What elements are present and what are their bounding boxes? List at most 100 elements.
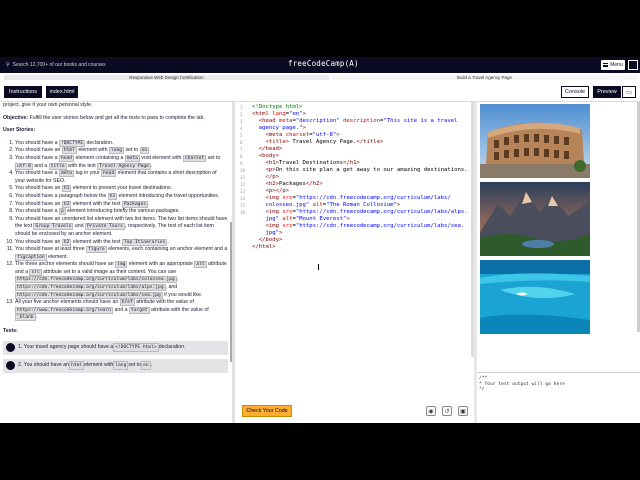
tests-list: 1. Your travel agency page should have a… — [3, 340, 228, 373]
text-fragment: . — [147, 200, 150, 207]
text-fragment: elements, each containing an anchor elem… — [106, 246, 228, 253]
code-line: jpg"> — [252, 230, 283, 236]
code-line: jpg" alt="Mount Everest"> — [252, 216, 350, 222]
test-item: 2. You should have an html element with … — [3, 358, 228, 373]
text-fragment: 2. You should have an — [18, 361, 70, 368]
code-line: <p>On this site plan a get away to our a… — [265, 167, 468, 173]
breadcrumb-certification[interactable]: Responsive Web Design Certification — [4, 75, 329, 80]
code-line: </p> — [265, 174, 279, 180]
text-fragment: You should have a — [15, 154, 59, 161]
console-output: /** * Your test output will go here */ — [477, 372, 640, 423]
inline-code: figcaption — [15, 253, 47, 261]
user-story-item: You should have a p element introducing … — [15, 208, 228, 216]
inline-code: utf-8 — [15, 162, 33, 170]
user-story-item: You should have a paragraph below the h1… — [15, 192, 228, 201]
text-fragment: You should have an — [15, 200, 62, 207]
user-story-item: You should have at least three figure el… — [15, 246, 228, 261]
code-line: <img src="https://cdn.freecodecamp.org/c… — [265, 195, 451, 201]
inline-code: Top Itineraries — [121, 238, 168, 246]
inline-code: html — [69, 360, 85, 371]
inline-code: https://cdn.freecodecamp.org/curriculum/… — [15, 291, 163, 299]
alps-image — [480, 182, 590, 256]
inline-code: head — [58, 154, 75, 162]
code-line: <p></p> — [265, 188, 290, 194]
text-fragment: declaration. — [158, 343, 186, 350]
text-fragment: void element with — [139, 154, 183, 161]
tab-instructions[interactable]: Instructions — [4, 86, 42, 98]
line-number: 4 — [240, 126, 243, 131]
freecodecamp-logo[interactable]: freeCodeCamp(A) — [288, 59, 359, 68]
check-your-code-button[interactable]: Check Your Code — [242, 405, 292, 417]
popout-icon[interactable]: ▭ — [622, 86, 636, 98]
inline-code: https://cdn.freecodecamp.org/curriculum/… — [15, 284, 166, 292]
line-number: 6 — [240, 140, 243, 145]
line-number: 2 — [240, 112, 243, 117]
search-placeholder: Search 12,700+ of our books and courses — [12, 62, 106, 68]
inline-code: h1 — [107, 192, 118, 200]
reset-icon[interactable]: ↺ — [442, 406, 452, 416]
help-icon[interactable]: ◉ — [426, 406, 436, 416]
intro-text: project, give it your own personal style… — [3, 102, 93, 108]
text-fragment: element introducing briefly the various … — [65, 208, 180, 215]
line-number: 14 — [240, 196, 246, 201]
text-fragment: . — [149, 147, 151, 154]
text-fragment: . — [150, 361, 153, 368]
code-line: </head> — [258, 146, 283, 152]
code-line: <body> — [258, 153, 279, 159]
test-status-icon — [6, 361, 15, 371]
inline-code: h2 — [61, 238, 72, 246]
inline-code: meta — [124, 154, 140, 162]
text-fragment: You should have an — [15, 185, 62, 192]
layout-toggle-button[interactable] — [628, 60, 638, 70]
search-input[interactable]: ⚲ Search 12,700+ of our books and course… — [6, 60, 156, 70]
text-fragment: declaration. — [85, 139, 114, 146]
inline-code: charset — [182, 154, 207, 162]
line-number: 9 — [240, 161, 243, 166]
code-line: <h2>Packages</h2> — [265, 181, 323, 187]
text-fragment: . — [35, 314, 38, 321]
code-line: <h1>Travel Destinations</h1> — [265, 160, 360, 166]
line-number: 1 — [240, 105, 243, 110]
menu-button[interactable]: Menu — [601, 60, 625, 70]
code-editor[interactable]: 1 2 3 4 5 6 7 8 9 10 11 12 13 14 15 16 <!Doctype html> … — [238, 102, 474, 423]
inline-code: Travel Agency Page — [97, 162, 151, 170]
code-line: <!Doctype html> — [252, 104, 303, 110]
text-fragment: element with the text — [71, 238, 122, 245]
code-line: </html> — [252, 244, 276, 250]
text-fragment: if you would like. — [162, 291, 203, 298]
hamburger-icon — [603, 63, 609, 67]
inline-code: !DOCTYPE — [58, 139, 86, 147]
instructions-scrollbar[interactable] — [230, 222, 232, 362]
user-story-item: You should have an h2 element with the t… — [15, 200, 228, 209]
user-story-item: You should have a head element containin… — [15, 154, 228, 170]
user-story-item: All your five anchor elements should hav… — [15, 299, 228, 322]
inline-code: meta — [58, 170, 75, 178]
text-fragment: with the text — [66, 162, 98, 169]
breadcrumb: Responsive Web Design Certification Buil… — [0, 73, 640, 82]
user-story-item: You should have an unordered list elemen… — [15, 216, 228, 239]
sea-image — [480, 260, 590, 334]
line-number: 11 — [240, 175, 246, 180]
line-number: 16 — [240, 210, 246, 215]
text-fragment: element containing a — [74, 154, 125, 161]
line-number: 12 — [240, 182, 246, 187]
line-number: 10 — [240, 168, 246, 173]
text-fragment: You should have at least three — [15, 246, 87, 253]
text-fragment: and — [73, 223, 85, 230]
objective: Objective: Fulfill the user stories belo… — [3, 114, 205, 121]
text-fragment: , and — [165, 284, 178, 291]
text-fragment: element with — [84, 361, 114, 368]
tab-console[interactable]: Console — [561, 86, 589, 98]
text-fragment: , — [176, 276, 179, 283]
chat-icon[interactable]: ▣ — [458, 406, 468, 416]
test-status-icon — [6, 343, 15, 353]
inline-code: en — [139, 147, 150, 155]
breadcrumb-project[interactable]: Build a Travel Agency Page — [332, 75, 637, 80]
tab-index-html[interactable]: index.html — [46, 86, 78, 98]
inline-code: src — [29, 268, 42, 276]
tab-preview[interactable]: Preview — [593, 86, 621, 98]
line-number: 7 — [240, 147, 243, 152]
colosseum-image — [480, 104, 590, 178]
inline-code: html — [61, 147, 77, 155]
text-fragment: and a — [32, 162, 49, 169]
